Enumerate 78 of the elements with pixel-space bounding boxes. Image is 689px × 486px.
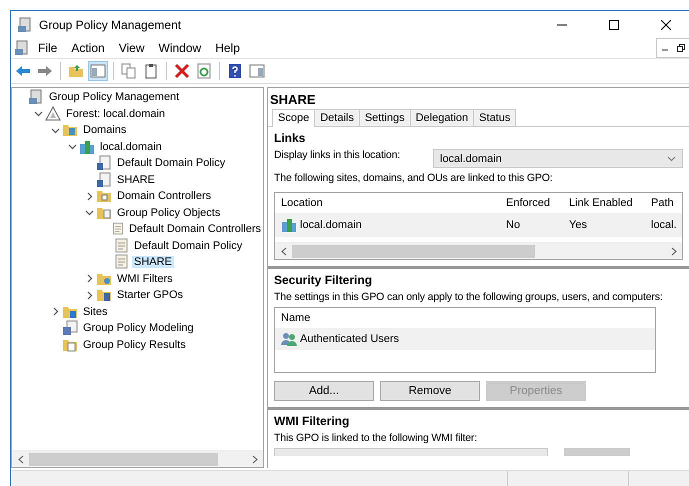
column-header[interactable]: Link Enabled: [563, 193, 645, 213]
restore-icon: [677, 44, 685, 52]
action-button[interactable]: Remove: [380, 381, 480, 401]
tree-item[interactable]: Domains: [81, 124, 128, 136]
column-header[interactable]: Location: [275, 193, 500, 213]
folder-icon: [62, 122, 78, 138]
tree-item[interactable]: Group Policy Management: [47, 91, 182, 104]
clipboard-icon: [143, 63, 159, 79]
folder-icon: [96, 287, 112, 304]
action-button[interactable]: Add...: [274, 381, 374, 401]
chevron-icon[interactable]: [50, 307, 60, 316]
location-dropdown[interactable]: local.domain: [433, 149, 683, 168]
folder-up-icon: [68, 63, 84, 79]
links-caption: The following sites, domains, and OUs are linked to this GPO:: [274, 172, 553, 184]
column-header[interactable]: Path: [645, 193, 682, 213]
table-cell: Authenticated Users: [275, 328, 655, 350]
buildings-icon: [281, 217, 297, 233]
table-cell: No: [500, 213, 563, 237]
tree-item[interactable]: SHARE: [115, 174, 157, 186]
tree-item[interactable]: SHARE: [132, 256, 174, 268]
maximize-icon: [609, 20, 619, 30]
caret-icon: [667, 156, 676, 162]
table-cell: Yes: [563, 213, 645, 237]
column-header[interactable]: Name: [275, 308, 655, 328]
tree-item[interactable]: WMI Filters: [115, 272, 175, 285]
tree-item[interactable]: Starter GPOs: [115, 289, 186, 302]
tab[interactable]: Settings: [358, 109, 411, 126]
tree-item[interactable]: Default Domain Policy: [115, 157, 228, 170]
tree-item[interactable]: Default Domain Policy: [132, 240, 244, 252]
menu-item[interactable]: Action: [65, 41, 111, 55]
window-title: Group Policy Management: [39, 18, 182, 32]
section-heading: Security Filtering: [274, 273, 374, 287]
tab[interactable]: Scope: [272, 109, 316, 127]
wmi-caption: This GPO is linked to the following WMI filter:: [274, 432, 478, 444]
menu-item[interactable]: File: [32, 41, 64, 55]
column-header[interactable]: Enforced: [500, 193, 563, 213]
details-title: SHARE: [268, 88, 689, 107]
field-label: Display links in this location:: [274, 149, 400, 161]
tree-item[interactable]: Group Policy Objects: [115, 206, 222, 219]
toolbar-button[interactable]: [88, 61, 108, 81]
refresh-icon: [196, 63, 212, 79]
console-icon: [14, 40, 30, 56]
tab[interactable]: Delegation: [410, 109, 474, 126]
tree-item[interactable]: Domain Controllers: [115, 190, 214, 202]
forward-arrow-icon: [37, 63, 53, 79]
section-heading: Links: [274, 131, 306, 145]
menu-item[interactable]: Window: [152, 41, 208, 55]
section-heading: WMI Filtering: [274, 414, 350, 428]
tree-item[interactable]: Group Policy Modeling: [81, 322, 196, 334]
triangle-icon: [45, 106, 61, 122]
tree-item[interactable]: Sites: [81, 306, 110, 318]
tree-item[interactable]: Forest: local.domain: [64, 108, 168, 120]
modeling-icon: [62, 320, 78, 336]
buildings-icon: [79, 138, 95, 155]
back-arrow-icon: [15, 63, 31, 79]
tab[interactable]: Details: [314, 109, 360, 126]
close-icon: [661, 20, 671, 30]
toolbar-button[interactable]: [172, 61, 192, 81]
console-icon: [17, 16, 33, 32]
window-icon: [249, 63, 265, 79]
table-cell: local.: [645, 213, 682, 237]
tree-item[interactable]: Default Domain Controllers: [126, 223, 263, 236]
users-icon: [281, 332, 297, 346]
menu-item[interactable]: View: [112, 41, 150, 55]
scrollbar[interactable]: [12, 450, 263, 467]
tree-item[interactable]: local.domain: [98, 140, 164, 153]
folder-icon: [96, 188, 112, 204]
tree-item[interactable]: Group Policy Results: [81, 338, 188, 351]
copy-icon: [121, 63, 137, 79]
table-cell: local.domain: [275, 213, 500, 237]
delete-icon: [174, 63, 190, 79]
help-icon: [227, 63, 243, 79]
security-caption: The settings in this GPO can only apply to the following groups, users, and computers:: [274, 291, 663, 303]
pane-icon: [90, 63, 106, 79]
tab[interactable]: Status: [473, 109, 516, 126]
scrollbar[interactable]: [275, 242, 682, 259]
console-icon: [28, 89, 44, 106]
menu-item[interactable]: Help: [209, 41, 246, 55]
